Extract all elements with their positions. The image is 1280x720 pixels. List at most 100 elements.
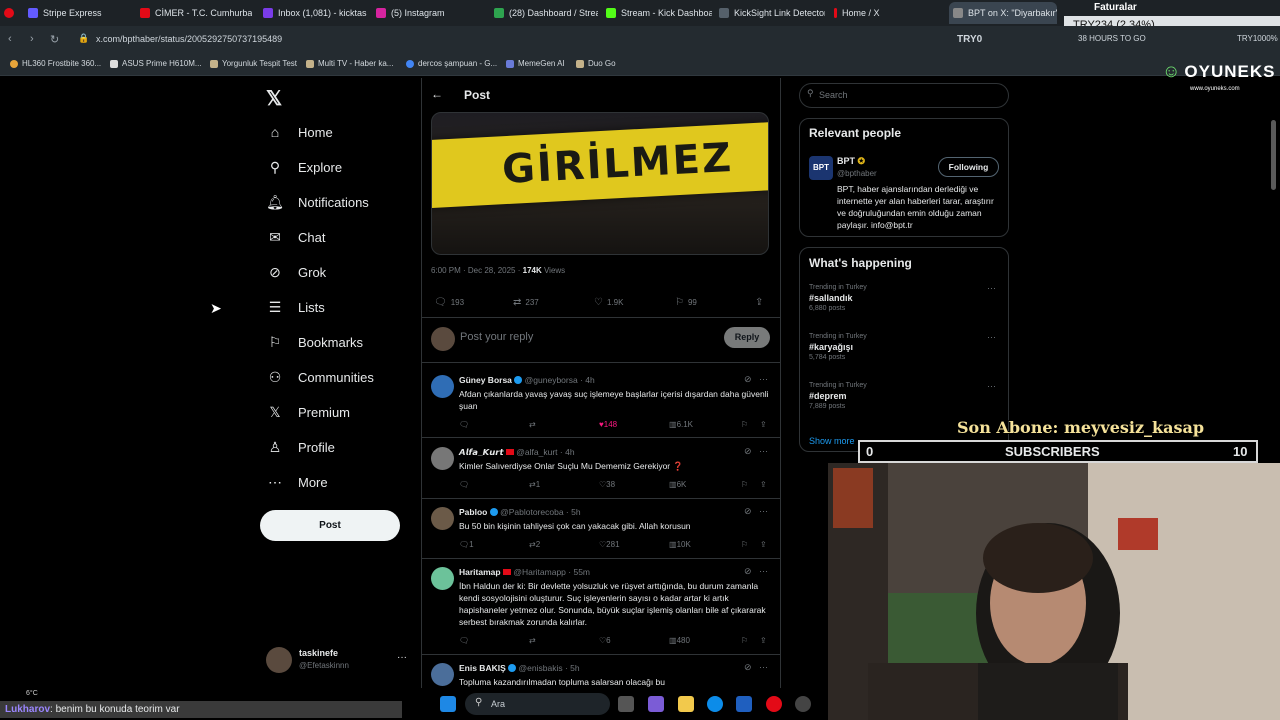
more-options-icon[interactable]: ··· [759,662,768,672]
tab-kick-dashboard[interactable]: Stream - Kick Dashboard [602,2,712,24]
sidebar-item-chat[interactable]: ✉ Chat [266,224,325,250]
sidebar-item-more[interactable]: ⋯ More [266,469,328,495]
trend-item[interactable]: Trending in Turkey #karyağışı 5,784 post… [809,333,867,361]
bookmark-item[interactable]: Multi TV - Haber ka... [306,59,393,68]
opera-logo-icon[interactable] [0,2,22,24]
post-button[interactable]: Post [260,510,400,541]
more-options-icon[interactable]: ··· [759,506,768,516]
trend-more-icon[interactable]: ··· [987,332,996,342]
reply-author-name[interactable]: Haritamap [459,567,501,577]
account-more-icon[interactable]: ··· [397,652,407,663]
reply-button[interactable]: Reply [724,327,770,348]
back-arrow-icon[interactable]: ← [431,87,443,101]
grok-icon[interactable]: ⊘ [744,662,752,673]
sidebar-item-explore[interactable]: ⚲ Explore [266,154,342,180]
avatar[interactable] [431,507,454,530]
extension-try-balance[interactable]: TRY0 [957,34,982,45]
person-handle[interactable]: @bpthaber [837,169,877,178]
reply-tweet[interactable]: Haritamap @Haritamapp · 55m ⊘ ··· İbn Ha… [422,563,780,653]
file-explorer-icon[interactable] [678,696,694,712]
views-icon[interactable]: ▥ 6K [669,480,686,489]
bookmark-item[interactable]: ASUS Prime H610M... [110,59,202,68]
more-options-icon[interactable]: ··· [759,566,768,576]
post-bookmark-count[interactable]: ⚐ 99 [675,297,697,308]
avatar[interactable] [431,663,454,686]
trend-item[interactable]: Trending in Turkey #deprem 7,889 posts [809,382,867,410]
avatar[interactable] [431,567,454,590]
search-placeholder[interactable]: Search [819,90,848,100]
repost-icon[interactable]: ⇄ 2 [529,540,540,549]
store-icon[interactable] [736,696,752,712]
heart-icon[interactable]: ♡ 281 [599,540,620,549]
comment-icon[interactable]: 🗨︎ [459,480,469,489]
grok-icon[interactable]: ⊘ [744,374,752,385]
tab-streamlabs[interactable]: (28) Dashboard / Streamla... [490,2,598,24]
heart-icon[interactable]: ♡ 38 [599,480,615,489]
tab-cimer[interactable]: CİMER - T.C. Cumhurbaşk... [136,2,252,24]
reply-author-name[interactable]: 𝘼𝙡𝙛𝙖_𝙆𝙪𝙧𝙩 [459,447,504,457]
liked-heart-icon[interactable]: ♥ 148 [599,420,617,429]
comment-icon[interactable]: 🗨︎ 1 [459,540,474,549]
comment-icon[interactable]: 🗨︎ [459,636,469,645]
repost-icon[interactable]: ⇄ 1 [529,480,540,489]
extension-timer[interactable]: 38 HOURS TO GO [1078,34,1146,43]
sidebar-item-lists[interactable]: ☰ Lists [266,294,325,320]
more-options-icon[interactable]: ··· [759,446,768,456]
edge-icon[interactable] [707,696,723,712]
share-icon[interactable]: ⇪ [755,297,763,308]
grok-icon[interactable]: ⊘ [744,506,752,517]
reply-author-name[interactable]: Pabloo [459,507,487,517]
windows-start-icon[interactable] [440,696,456,712]
tab-bpt-active[interactable]: BPT on X: "Diyarbakır'da... [949,2,1057,24]
bookmark-item[interactable]: Yorgunluk Tespit Test [210,59,297,68]
following-button[interactable]: Following [938,157,999,177]
trend-more-icon[interactable]: ··· [987,381,996,391]
tab-kicksight[interactable]: KickSight Link Detector [715,2,825,24]
heart-icon[interactable]: ♡ 6 [599,636,611,645]
opera-icon[interactable] [766,696,782,712]
bookmark-icon[interactable]: ⚐ [741,636,748,645]
views-icon[interactable]: ▥ 10K [669,540,691,549]
bookmark-icon[interactable]: ⚐ [741,540,748,549]
tab-stripe[interactable]: Stripe Express [24,2,132,24]
avatar[interactable] [431,375,454,398]
account-handle[interactable]: @Efetaskinnn [299,661,349,670]
reply-handle[interactable]: @guneyborsa [525,375,578,385]
repost-icon[interactable]: ⇄ [529,636,536,645]
reply-tweet[interactable]: 𝘼𝙡𝙛𝙖_𝙆𝙪𝙧𝙩 @alfa_kurt · 4h ⊘ ··· Kimler S… [422,443,780,499]
share-icon[interactable]: ⇪ [760,480,767,489]
tab-inbox[interactable]: Inbox (1,081) - kicktaskine... [259,2,367,24]
share-icon[interactable]: ⇪ [760,540,767,549]
reply-tweet[interactable]: Güney Borsa @guneyborsa · 4h ⊘ ··· Afdan… [422,370,780,436]
reply-handle[interactable]: @alfa_kurt [516,447,557,457]
avatar[interactable] [266,647,292,673]
more-options-icon[interactable]: ··· [759,374,768,384]
weather-widget[interactable]: 6°C [26,690,38,697]
post-reply-count[interactable]: 🗨︎ 193 [434,297,464,308]
repost-icon[interactable]: ⇄ [529,420,536,429]
post-like-count[interactable]: ♡ 1.9K [594,297,623,308]
trend-more-icon[interactable]: ··· [987,283,996,293]
sidebar-item-grok[interactable]: ⊘ Grok [266,259,326,285]
sidebar-item-premium[interactable]: 𝕏 Premium [266,399,350,425]
copilot-icon[interactable] [648,696,664,712]
reload-icon[interactable]: ↻ [50,33,59,46]
app-icon[interactable] [795,696,811,712]
account-name[interactable]: taskinefe [299,648,338,658]
reply-handle[interactable]: @enisbakis [519,663,563,673]
sidebar-item-bookmarks[interactable]: ⚐ Bookmarks [266,329,363,355]
taskbar-search[interactable]: Ara [465,693,610,715]
sidebar-item-notifications[interactable]: 🔔︎ Notifications [266,189,369,215]
bookmark-item[interactable]: HL360 Frostbite 360... [10,59,101,68]
reply-handle[interactable]: @Pablotorecoba [500,507,563,517]
grok-icon[interactable]: ⊘ [744,566,752,577]
sidebar-item-profile[interactable]: ♙ Profile [266,434,335,460]
sidebar-item-home[interactable]: ⌂ Home [266,119,333,145]
task-view-icon[interactable] [618,696,634,712]
comment-icon[interactable]: 🗨︎ [459,420,469,429]
post-repost-count[interactable]: ⇄ 237 [513,297,539,308]
reply-tweet[interactable]: Pabloo @Pablotorecoba · 5h ⊘ ··· Bu 50 b… [422,503,780,559]
scrollbar[interactable] [1271,120,1276,190]
reply-author-name[interactable]: Enis BAKIŞ [459,663,506,673]
grok-icon[interactable]: ⊘ [744,446,752,457]
